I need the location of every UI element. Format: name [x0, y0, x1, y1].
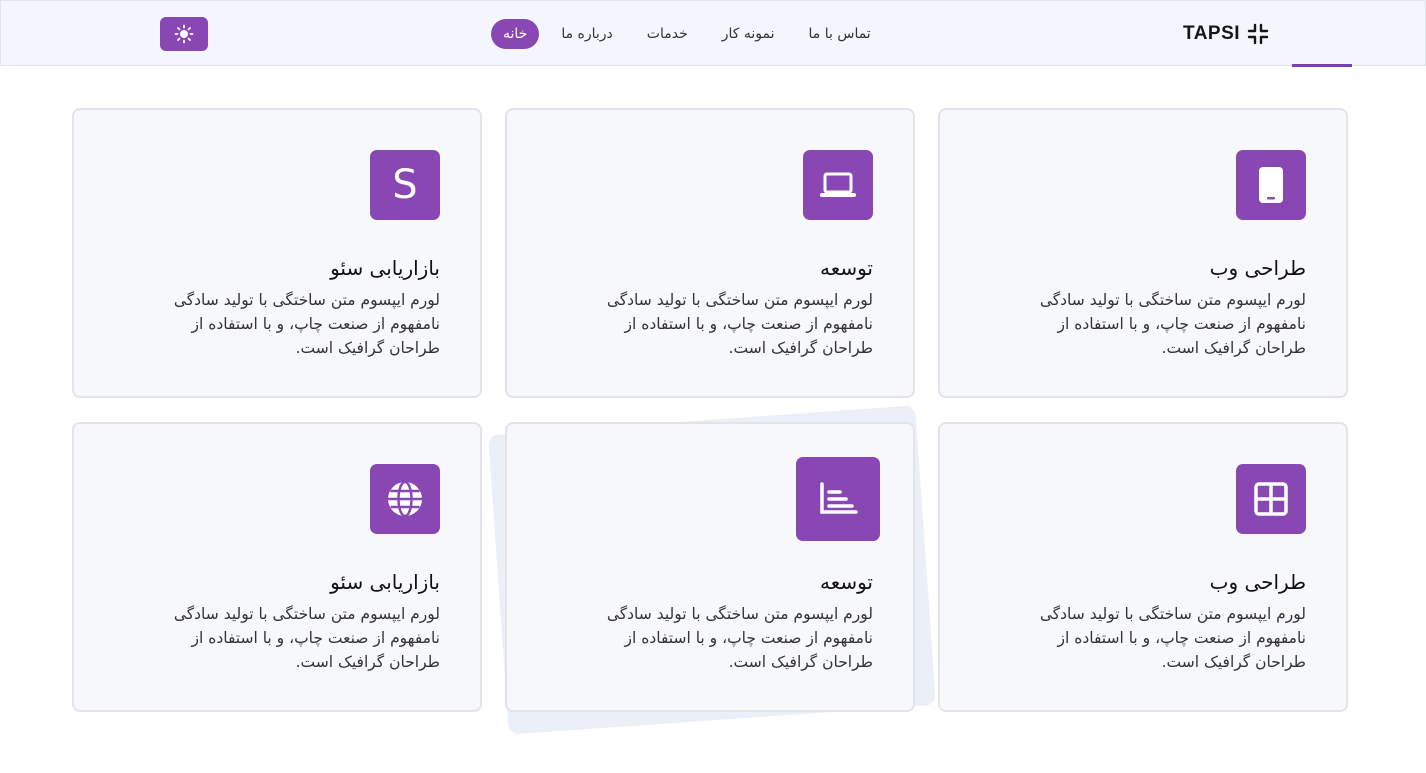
service-card-web-design-2[interactable]: طراحی وب لورم ایپسوم متن ساختگی با تولید… — [938, 422, 1348, 712]
card-title: طراحی وب — [1209, 570, 1306, 594]
card-title: بازاریابی سئو — [330, 256, 440, 280]
card-icon-box — [1236, 464, 1306, 534]
card-description: لورم ایپسوم متن ساختگی با تولید سادگی نا… — [173, 291, 440, 357]
card-description: لورم ایپسوم متن ساختگی با تولید سادگی نا… — [1039, 291, 1306, 357]
brand-name: TAPSI — [1183, 23, 1241, 44]
service-card-seo[interactable]: S بازاریابی سئو لورم ایپسوم متن ساختگی ب… — [72, 108, 482, 398]
service-card-seo-2[interactable]: بازاریابی سئو لورم ایپسوم متن ساختگی با … — [72, 422, 482, 712]
s-letter-icon: S — [392, 162, 418, 208]
service-card-web-design[interactable]: طراحی وب لورم ایپسوم متن ساختگی با تولید… — [938, 108, 1348, 398]
nav-item-home[interactable]: خانه — [491, 19, 540, 49]
nav-item-portfolio[interactable]: نمونه کار — [710, 19, 787, 49]
nav-item-about[interactable]: درباره ما — [549, 19, 624, 49]
mobile-icon — [1259, 167, 1283, 203]
card-title: توسعه — [819, 256, 873, 280]
service-card-development-2[interactable]: توسعه لورم ایپسوم متن ساختگی با تولید سا… — [505, 422, 915, 712]
service-card-development[interactable]: توسعه لورم ایپسوم متن ساختگی با تولید سا… — [505, 108, 915, 398]
sun-icon — [174, 24, 194, 44]
card-icon-box — [370, 464, 440, 534]
card-title: بازاریابی سئو — [330, 570, 440, 594]
card-title: توسعه — [819, 570, 873, 594]
card-description: لورم ایپسوم متن ساختگی با تولید سادگی نا… — [606, 291, 873, 357]
main-nav: خانه درباره ما خدمات نمونه کار تماس با م… — [491, 18, 883, 50]
card-description: لورم ایپسوم متن ساختگی با تولید سادگی نا… — [1039, 605, 1306, 671]
card-icon-box: S — [370, 150, 440, 220]
theme-toggle-button[interactable] — [160, 17, 208, 51]
card-description: لورم ایپسوم متن ساختگی با تولید سادگی نا… — [606, 605, 873, 671]
card-title: طراحی وب — [1209, 256, 1306, 280]
card-description: لورم ایپسوم متن ساختگی با تولید سادگی نا… — [173, 605, 440, 671]
grid-icon — [1254, 482, 1288, 516]
nav-item-contact[interactable]: تماس با ما — [797, 19, 883, 49]
top-navbar: TAPSI خانه درباره ما خدمات نمونه کار تما… — [0, 0, 1426, 66]
active-brand-underline — [1292, 64, 1352, 67]
chart-icon — [820, 482, 858, 514]
card-icon-box — [1236, 150, 1306, 220]
laptop-icon — [820, 172, 856, 197]
nav-item-services[interactable]: خدمات — [635, 19, 700, 49]
logo-mark-icon — [1247, 23, 1269, 45]
card-icon-box — [796, 457, 880, 541]
card-icon-box — [803, 150, 873, 220]
brand-logo[interactable]: TAPSI — [1183, 20, 1270, 48]
globe-icon — [388, 480, 422, 518]
